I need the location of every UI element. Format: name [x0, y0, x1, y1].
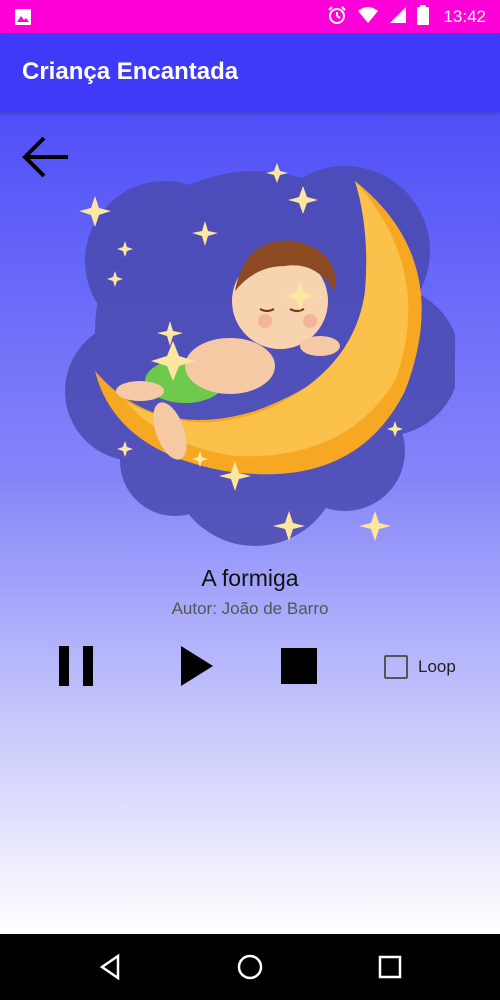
song-author: Autor: João de Barro — [171, 599, 329, 618]
artwork-image — [55, 141, 460, 561]
play-button[interactable] — [168, 641, 218, 691]
status-bar: 13:42 — [0, 0, 500, 33]
nav-home-button[interactable] — [235, 952, 265, 982]
pause-icon — [59, 646, 93, 686]
back-triangle-icon — [99, 953, 120, 981]
app-bar: Criança Encantada — [0, 33, 500, 111]
loop-label: Loop — [418, 657, 456, 676]
stop-button[interactable] — [274, 641, 324, 691]
nav-recents-button[interactable] — [375, 952, 405, 982]
song-title: A formiga — [201, 565, 299, 591]
alarm-icon — [327, 5, 347, 30]
play-icon — [181, 646, 213, 686]
player-screen: A formiga Autor: João de Barro Loop — [0, 111, 500, 934]
loop-checkbox[interactable] — [384, 655, 408, 679]
app-title: Criança Encantada — [22, 58, 239, 85]
image-icon — [14, 8, 32, 31]
recents-square-icon — [378, 955, 402, 979]
home-circle-icon — [237, 954, 263, 980]
loop-toggle[interactable]: Loop — [384, 653, 456, 681]
wifi-icon — [357, 6, 379, 29]
battery-icon — [417, 4, 430, 30]
system-nav-bar — [0, 934, 500, 1000]
signal-icon — [389, 6, 407, 29]
status-time: 13:42 — [443, 7, 486, 26]
nav-back-button[interactable] — [96, 952, 126, 982]
stop-icon — [281, 648, 317, 684]
pause-button[interactable] — [52, 641, 102, 691]
